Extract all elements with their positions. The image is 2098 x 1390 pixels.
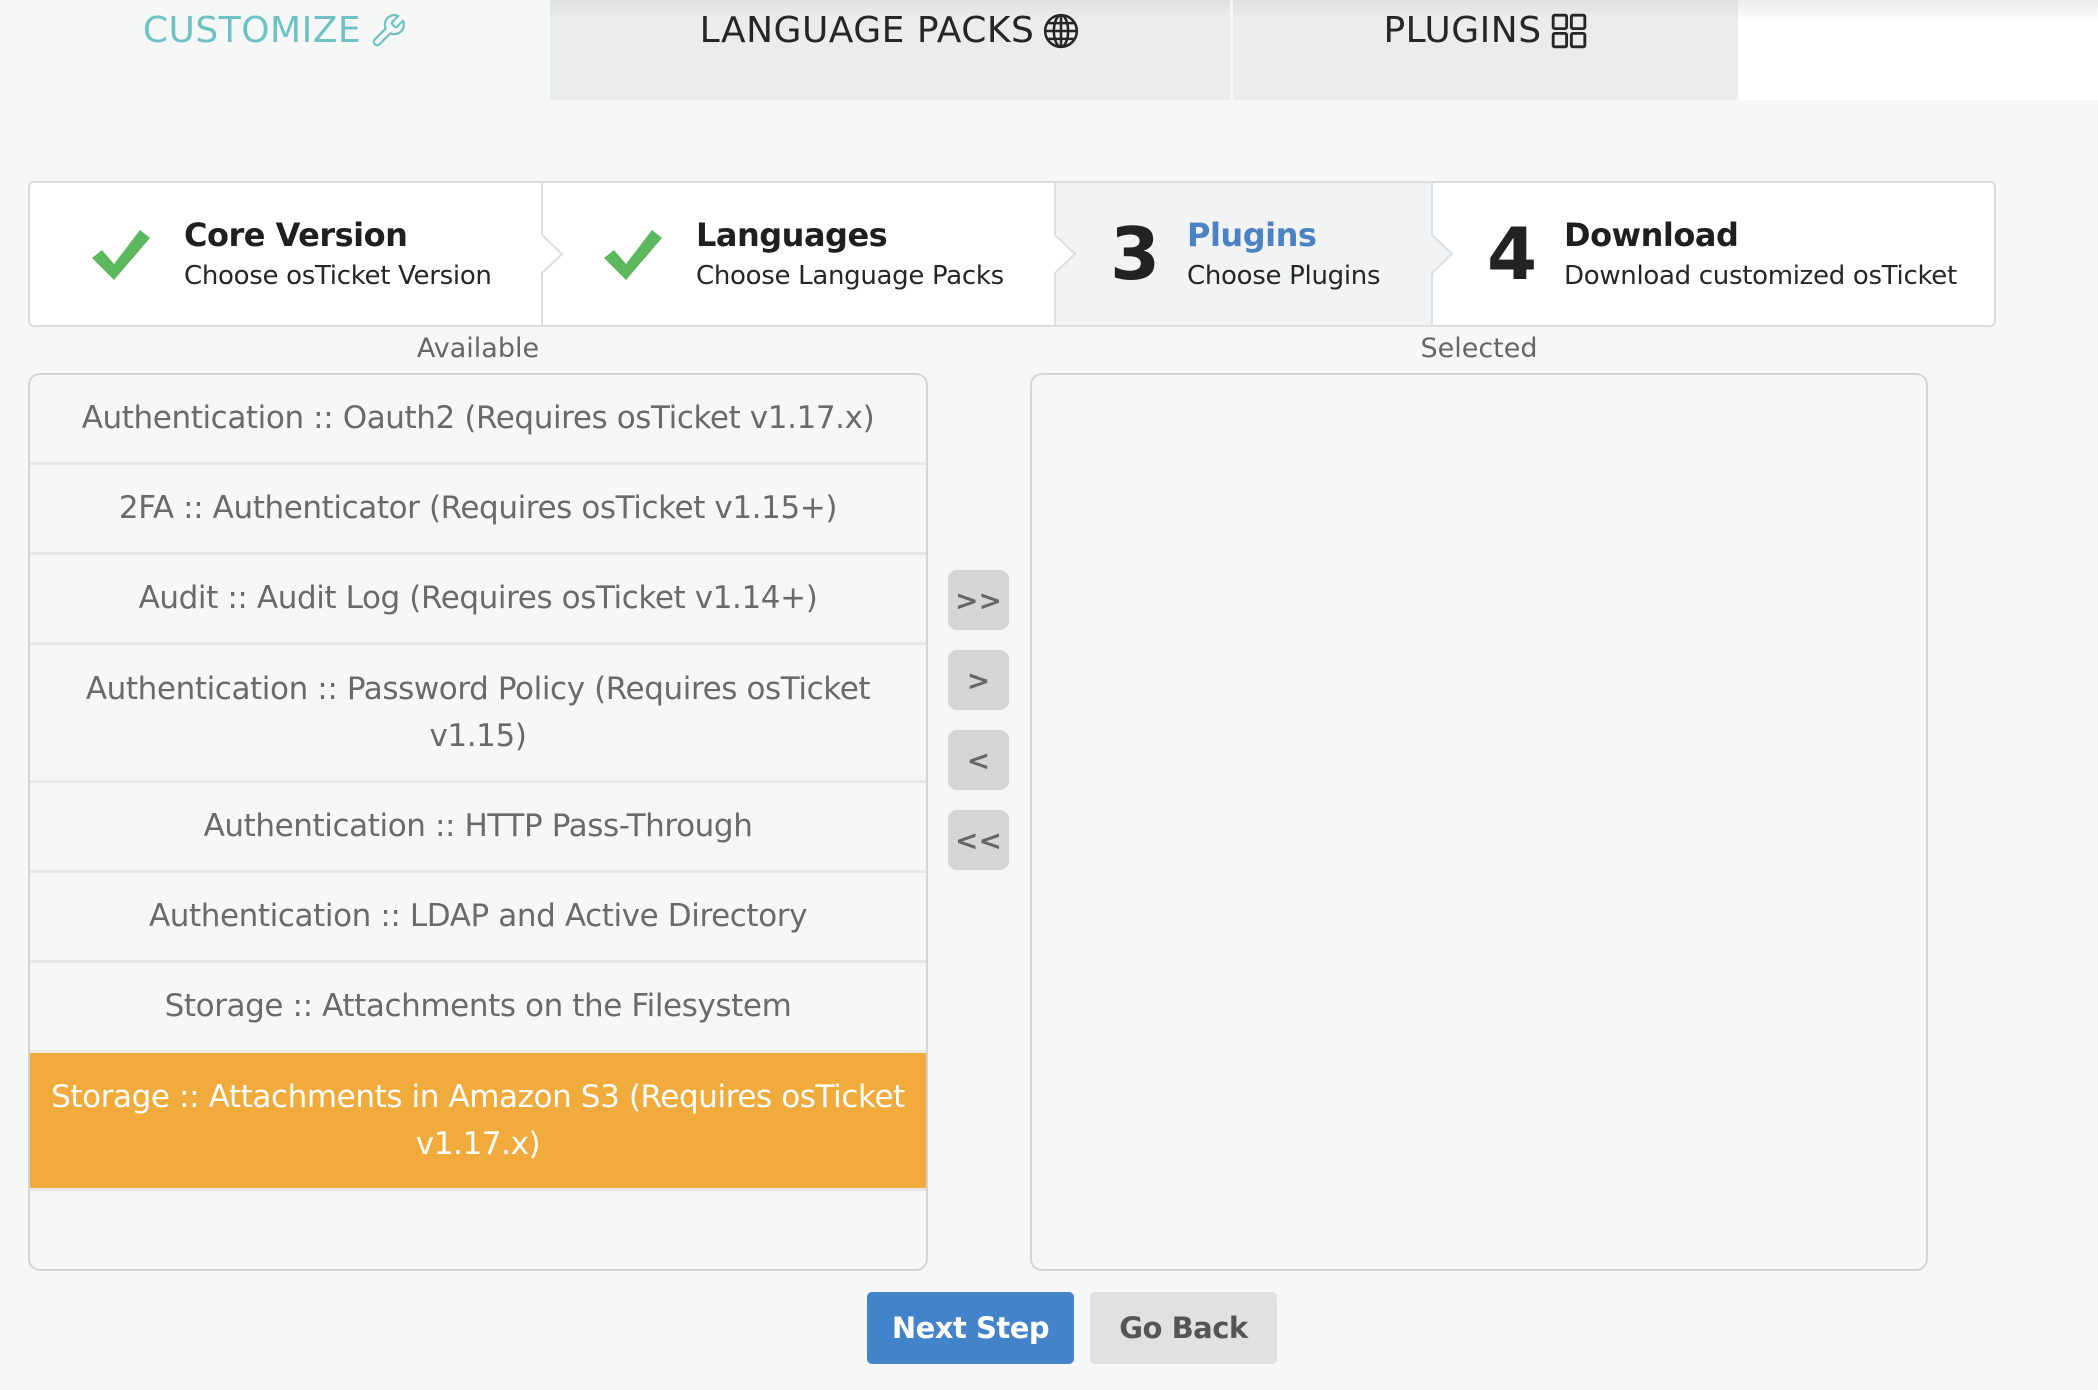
step-separator-chevron [1431,183,1454,325]
tab-plugins-label: PLUGINS [1383,10,1542,51]
list-item[interactable]: Audit :: Audit Log (Requires osTicket v1… [30,555,926,645]
step-description: Choose Plugins [1187,261,1381,291]
step-text: Languages Choose Language Packs [696,215,1004,293]
step-text: Plugins Choose Plugins [1187,215,1380,293]
tab-customize-label: CUSTOMIZE [142,10,362,51]
step-description: Download customized osTicket [1564,261,1957,291]
step-title: Download [1564,216,1739,254]
list-item-selected[interactable]: Storage :: Attachments in Amazon S3 (Req… [30,1053,926,1191]
tab-bar-filler [1738,0,2098,100]
check-icon [604,230,662,280]
step-title: Plugins [1187,216,1317,254]
step-title: Languages [696,216,888,254]
step-number: 3 [1109,212,1161,296]
remove-all-button[interactable]: << [948,810,1009,870]
step-text: Download Download customized osTicket [1564,215,1957,293]
available-plugins-list[interactable]: Authentication :: Oauth2 (Requires osTic… [28,373,928,1271]
list-item[interactable]: 2FA :: Authenticator (Requires osTicket … [30,465,926,555]
tab-customize[interactable]: CUSTOMIZE [0,0,550,100]
step-plugins[interactable]: 3 Plugins Choose Plugins [1055,183,1432,325]
add-one-button[interactable]: > [948,650,1009,710]
available-label: Available [416,333,540,364]
step-description: Choose Language Packs [696,261,1004,291]
step-text: Core Version Choose osTicket Version [184,215,492,293]
next-step-button[interactable]: Next Step [867,1292,1074,1364]
step-core-version[interactable]: Core Version Choose osTicket Version [30,183,542,325]
selected-label: Selected [1420,333,1538,364]
step-languages[interactable]: Languages Choose Language Packs [542,183,1055,325]
list-item[interactable]: Authentication :: HTTP Pass-Through [30,783,926,873]
step-number: 4 [1486,212,1538,296]
tab-language-packs-label: LANGUAGE PACKS [699,10,1035,51]
selected-plugins-list[interactable] [1030,373,1928,1271]
top-tabs: CUSTOMIZE LANGUAGE PACKS PLUGINS [0,0,2098,100]
grid-icon [1550,12,1588,50]
step-separator-chevron [541,183,564,325]
add-all-button[interactable]: >> [948,570,1009,630]
list-item[interactable]: Authentication :: Oauth2 (Requires osTic… [30,375,926,465]
check-icon [92,230,150,280]
go-back-button[interactable]: Go Back [1090,1292,1277,1364]
step-download[interactable]: 4 Download Download customized osTicket [1432,183,1994,325]
globe-icon [1042,12,1080,50]
step-title: Core Version [184,216,408,254]
remove-one-button[interactable]: < [948,730,1009,790]
wrench-icon [369,12,407,50]
step-separator-chevron [1053,183,1077,325]
wizard-steps: Core Version Choose osTicket Version Lan… [28,181,1996,327]
step-description: Choose osTicket Version [184,261,492,291]
tab-plugins[interactable]: PLUGINS [1233,0,1738,100]
tab-language-packs[interactable]: LANGUAGE PACKS [550,0,1230,100]
list-item[interactable]: Authentication :: Password Policy (Requi… [30,645,926,783]
list-item[interactable]: Authentication :: LDAP and Active Direct… [30,873,926,963]
list-item[interactable]: Storage :: Attachments on the Filesystem [30,963,926,1053]
